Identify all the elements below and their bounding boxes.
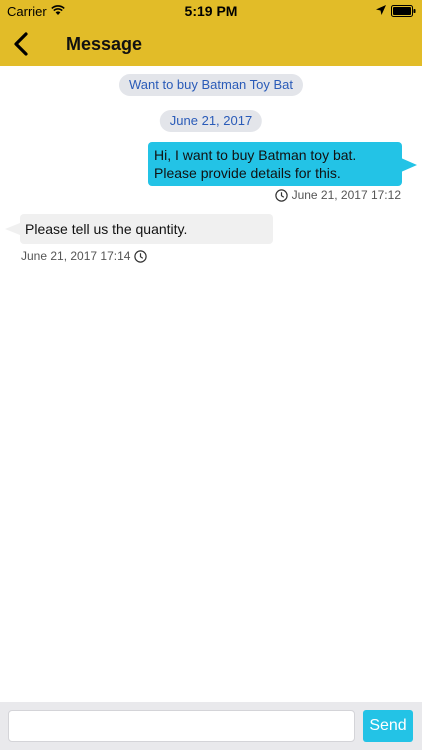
subject-pill: Want to buy Batman Toy Bat [118, 74, 304, 96]
incoming-bubble-tail [5, 223, 20, 235]
app-header: Carrier 5:19 PM Message [0, 0, 422, 66]
conversation-view[interactable]: Want to buy Batman Toy Bat June 21, 2017… [0, 66, 422, 702]
page-title: Message [66, 34, 143, 54]
incoming-message-meta: June 21, 2017 17:14 [21, 249, 148, 263]
clock-icon [134, 249, 148, 263]
location-icon [376, 5, 386, 15]
nav-bar: Message [0, 22, 422, 66]
chevron-left-icon [14, 32, 28, 56]
message-timestamp: June 21, 2017 17:12 [291, 188, 401, 202]
clock-icon [274, 188, 288, 202]
incoming-message-bubble: Please tell us the quantity. [20, 214, 273, 244]
battery-icon [391, 5, 416, 17]
send-button[interactable]: Send [363, 710, 413, 742]
date-separator: June 21, 2017 [159, 110, 263, 132]
status-time: 5:19 PM [184, 3, 238, 19]
outgoing-bubble-tail [401, 158, 417, 172]
outgoing-message-bubble: Hi, I want to buy Batman toy bat. Please… [148, 142, 402, 186]
outgoing-message-meta: June 21, 2017 17:12 [274, 188, 401, 202]
status-bar: Carrier 5:19 PM [0, 0, 422, 22]
message-timestamp: June 21, 2017 17:14 [21, 249, 131, 263]
composer-bar: Send [0, 702, 422, 750]
message-input[interactable] [8, 710, 355, 742]
back-button[interactable] [8, 28, 38, 60]
